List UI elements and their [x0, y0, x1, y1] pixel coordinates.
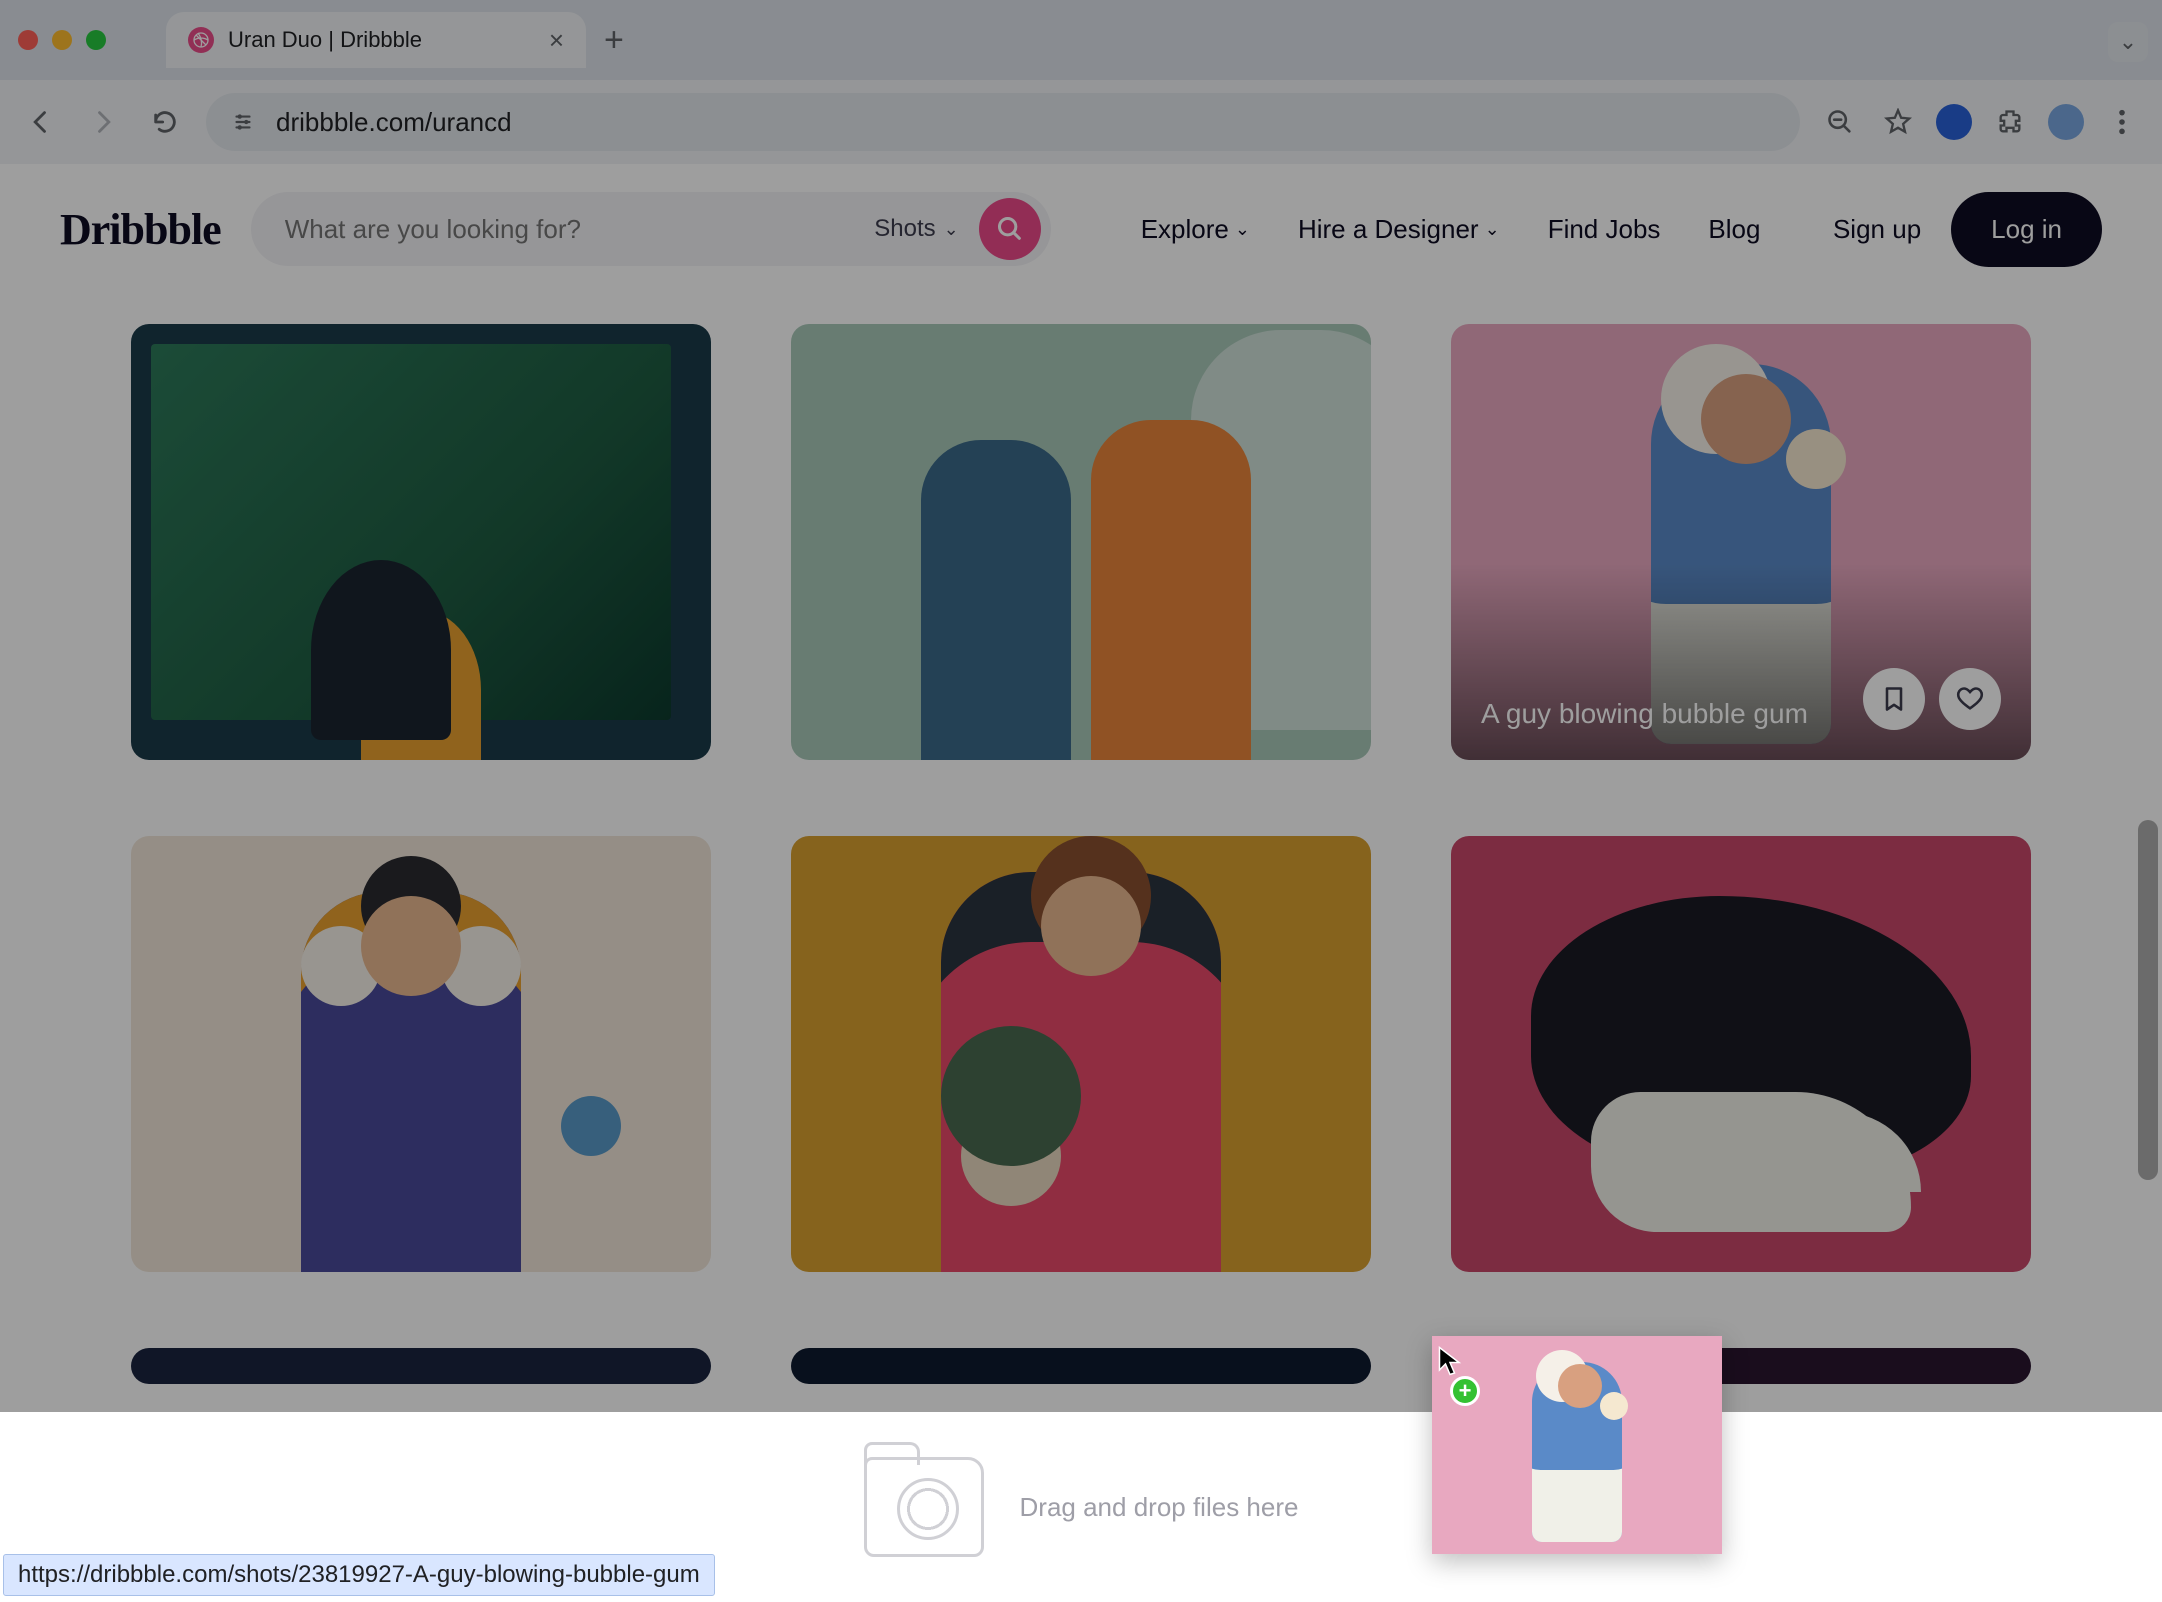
drop-zone-label: Drag and drop files here [1020, 1492, 1299, 1523]
dragged-image-thumbnail [1432, 1336, 1722, 1554]
vertical-scrollbar[interactable] [2138, 820, 2158, 1180]
folder-icon [864, 1457, 984, 1557]
modal-dim-overlay [0, 0, 2162, 1602]
drag-copy-plus-icon: + [1450, 1376, 1480, 1406]
cursor-icon [1438, 1346, 1462, 1376]
status-bar-link: https://dribbble.com/shots/23819927-A-gu… [3, 1554, 715, 1596]
